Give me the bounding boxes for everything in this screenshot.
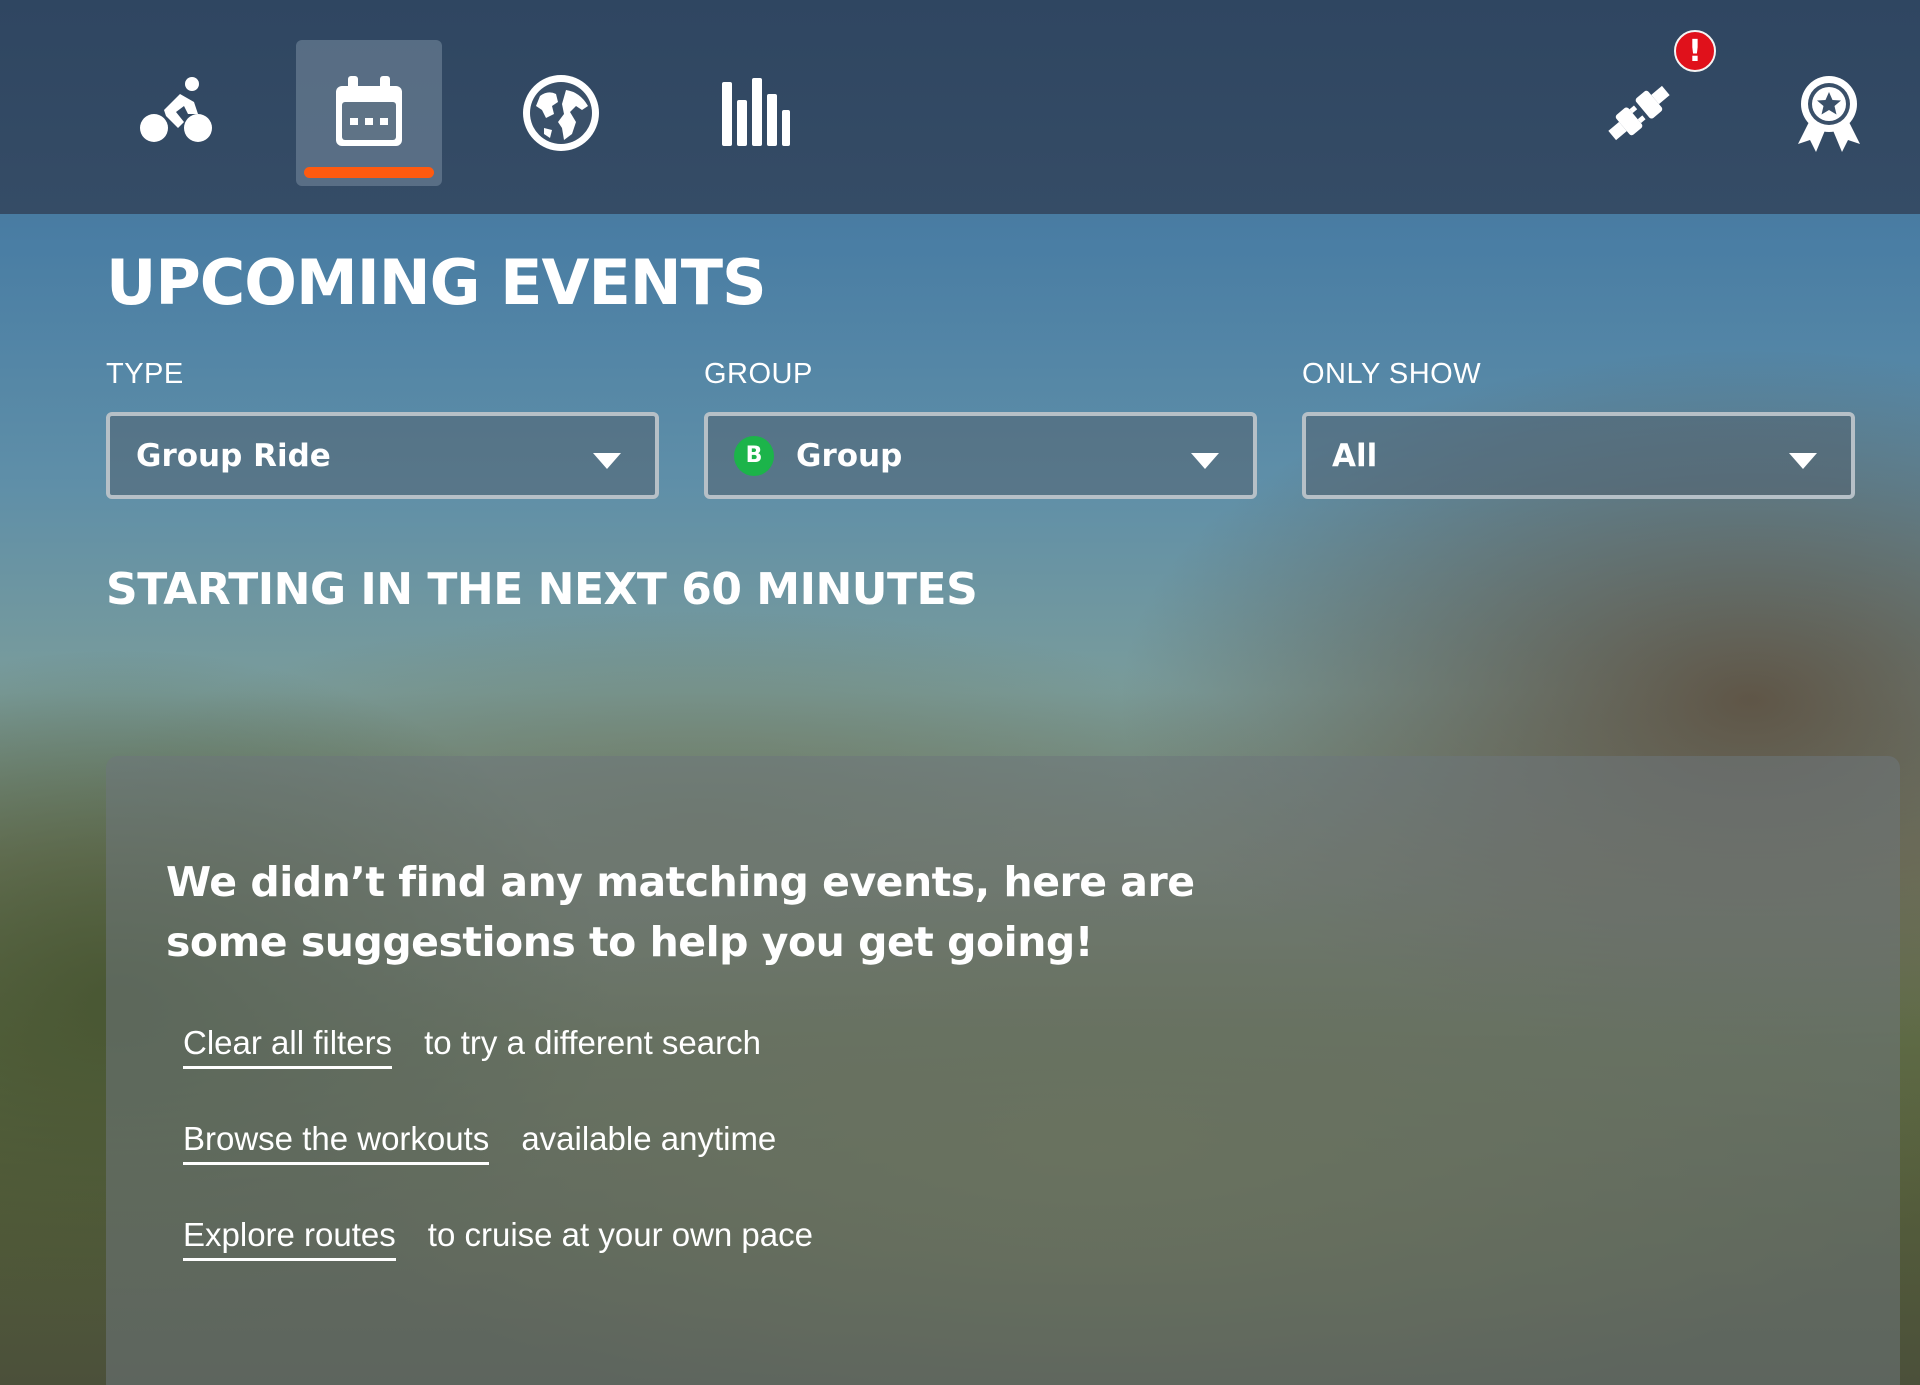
- nav-events-button[interactable]: [296, 40, 442, 186]
- section-title: STARTING IN THE NEXT 60 MINUTES: [106, 564, 978, 615]
- clear-all-filters-link[interactable]: Clear all filters: [183, 1024, 393, 1069]
- suggestion-text: to cruise at your own pace: [427, 1216, 813, 1253]
- suggestion-text: to try a different search: [424, 1024, 761, 1061]
- achievements-button[interactable]: [1756, 40, 1902, 186]
- only-show-select[interactable]: All: [1302, 412, 1855, 499]
- type-filter-label: TYPE: [106, 358, 184, 390]
- page-title: UPCOMING EVENTS: [106, 246, 767, 319]
- only-show-select-value: All: [1332, 437, 1378, 474]
- nav-world-button[interactable]: [488, 40, 634, 186]
- explore-routes-link[interactable]: Explore routes: [183, 1216, 396, 1261]
- suggestions-heading-line-1: We didn’t find any matching events, here…: [166, 858, 1195, 906]
- group-filter-label: GROUP: [704, 358, 813, 390]
- suggestion-row-clear-filters: Clear all filters to try a different sea…: [183, 1024, 761, 1069]
- suggestion-row-explore-routes: Explore routes to cruise at your own pac…: [183, 1216, 813, 1261]
- no-events-suggestions-panel: We didn’t find any matching events, here…: [106, 756, 1900, 1385]
- nav-stats-button[interactable]: [680, 40, 826, 186]
- pairing-alert-badge: !: [1674, 30, 1716, 72]
- group-select-value: Group: [796, 437, 903, 474]
- bar-chart-icon: [722, 78, 790, 146]
- calendar-icon: [336, 76, 402, 146]
- suggestion-text: available anytime: [521, 1120, 777, 1157]
- type-select[interactable]: Group Ride: [106, 412, 659, 499]
- only-show-filter-label: ONLY SHOW: [1302, 358, 1482, 390]
- type-select-value: Group Ride: [136, 437, 331, 474]
- top-navigation-bar: !: [0, 0, 1920, 214]
- nav-ride-button[interactable]: [104, 40, 250, 186]
- browse-workouts-link[interactable]: Browse the workouts: [183, 1120, 490, 1165]
- globe-icon: [523, 75, 599, 151]
- cyclist-icon: [140, 77, 212, 142]
- group-select[interactable]: B Group: [704, 412, 1257, 499]
- active-tab-indicator: [304, 167, 434, 178]
- plug-connection-icon: [1608, 85, 1670, 141]
- chevron-down-icon: [593, 453, 621, 469]
- suggestions-heading: We didn’t find any matching events, here…: [166, 852, 1266, 972]
- award-ribbon-icon: [1798, 76, 1860, 152]
- suggestion-row-browse-workouts: Browse the workouts available anytime: [183, 1120, 776, 1165]
- suggestions-heading-line-2: some suggestions to help you get going!: [166, 918, 1093, 966]
- chevron-down-icon: [1789, 453, 1817, 469]
- chevron-down-icon: [1191, 453, 1219, 469]
- group-b-badge: B: [734, 435, 774, 476]
